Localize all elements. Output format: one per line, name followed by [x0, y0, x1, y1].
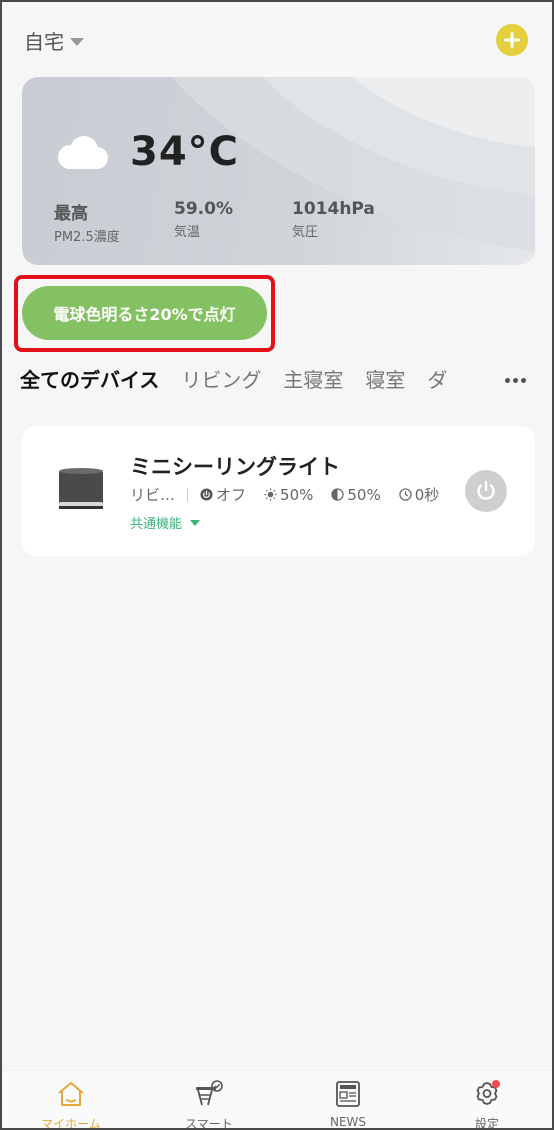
common-function-toggle[interactable]: 共通機能 — [130, 513, 201, 532]
gear-icon — [476, 1080, 500, 1105]
stat-value: 最高 — [54, 204, 88, 224]
ceiling-light-icon — [59, 468, 103, 509]
tab-master-bedroom[interactable]: 主寝室 — [283, 364, 343, 393]
weather-stat-pm25: 最高 PM2.5濃度 — [54, 199, 120, 245]
device-room: リビ… — [130, 486, 176, 504]
timer-value: 0秒 — [414, 486, 440, 504]
device-card[interactable]: ミニシーリングライト リビ… オフ 50% 50% 0秒 共通機能 — [22, 426, 535, 556]
app-screen: 自宅 34°C 最高 PM2.5濃度 59.0% 気温 1014hPa 気圧 電… — [0, 0, 554, 1130]
temperature: 34°C — [130, 129, 240, 175]
nav-label: スマート — [185, 1117, 233, 1130]
home-name: 自宅 — [24, 30, 64, 54]
room-tabs: 全てのデバイス リビング 主寝室 寝室ダ — [20, 364, 490, 400]
dot-icon — [504, 377, 510, 383]
power-button[interactable] — [465, 470, 507, 512]
stat-label: PM2.5濃度 — [54, 230, 120, 245]
home-selector[interactable]: 自宅 — [24, 26, 84, 55]
brightness-value: 50% — [280, 485, 314, 504]
add-button[interactable] — [496, 24, 528, 56]
stat-label: 気温 — [174, 225, 201, 240]
header: 自宅 — [2, 2, 552, 77]
caret-down-icon — [190, 519, 201, 526]
timer: 0秒 — [399, 484, 440, 505]
notification-dot — [492, 1080, 500, 1088]
tab-living[interactable]: リビング — [181, 364, 261, 393]
caret-down-icon — [70, 37, 84, 46]
stat-value: 59.0% — [174, 199, 233, 219]
contrast-icon — [331, 488, 345, 501]
nav-label: 設定 — [474, 1117, 499, 1130]
tab-all-devices[interactable]: 全てのデバイス — [20, 364, 159, 393]
sun-icon — [264, 488, 277, 501]
smart-scene-icon — [196, 1080, 223, 1106]
newspaper-icon — [336, 1081, 360, 1107]
power-state-text: オフ — [216, 486, 247, 504]
dot-icon — [520, 377, 526, 383]
device-status: リビ… オフ 50% 50% 0秒 — [130, 484, 457, 505]
tab-bedroom[interactable]: 寝室 — [365, 364, 405, 393]
nav-label: マイホーム — [41, 1117, 101, 1130]
cloud-icon — [58, 136, 108, 169]
plus-icon — [504, 32, 520, 48]
weather-stat-pressure: 1014hPa 気圧 — [292, 199, 375, 240]
tab-dining[interactable]: ダ — [427, 364, 447, 393]
brightness: 50% — [264, 486, 313, 504]
nav-label: NEWS — [329, 1115, 367, 1129]
weather-stat-temp: 59.0% 気温 — [174, 199, 233, 240]
power-state-icon — [200, 488, 213, 501]
stat-label: 気圧 — [292, 225, 319, 240]
nav-smart[interactable]: スマート — [154, 1079, 264, 1130]
tabs-fade — [460, 364, 490, 400]
dot-icon — [512, 377, 518, 383]
device-name: ミニシーリングライト — [130, 455, 340, 479]
divider — [187, 487, 189, 502]
home-icon — [58, 1082, 84, 1106]
common-function-label: 共通機能 — [130, 517, 183, 532]
power-state: オフ — [200, 484, 246, 505]
more-tabs-button[interactable] — [500, 368, 530, 392]
stat-value: 1014hPa — [292, 199, 375, 219]
color-temperature-value: 50% — [347, 485, 381, 504]
nav-my-home[interactable]: マイホーム — [16, 1079, 126, 1130]
bottom-navigation: マイホーム スマート NEWS 設定 — [2, 1070, 552, 1130]
weather-card[interactable]: 34°C 最高 PM2.5濃度 59.0% 気温 1014hPa 気圧 — [22, 77, 535, 265]
clock-icon — [399, 488, 412, 501]
nav-settings[interactable]: 設定 — [432, 1079, 542, 1130]
nav-news[interactable]: NEWS — [293, 1079, 403, 1129]
scene-button[interactable]: 電球色明るさ20%で点灯 — [22, 286, 267, 340]
color-temperature: 50% — [331, 485, 381, 504]
power-icon — [477, 480, 495, 500]
